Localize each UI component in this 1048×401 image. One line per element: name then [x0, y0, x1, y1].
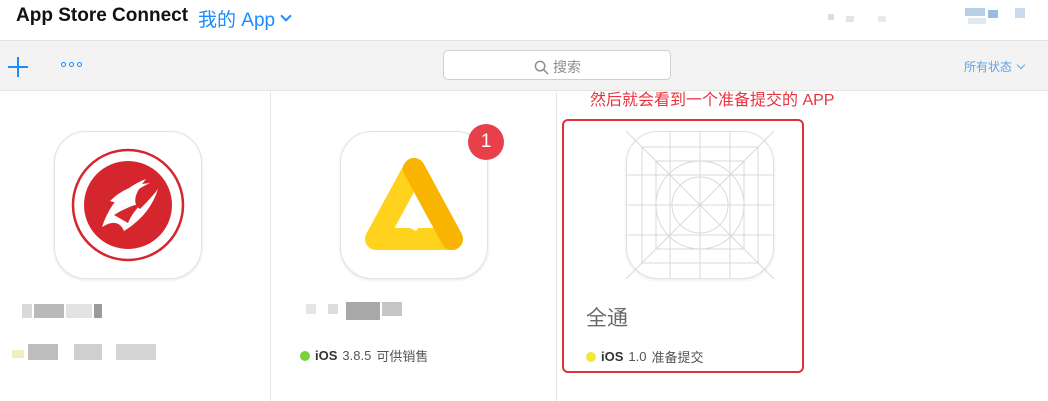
column-divider — [556, 92, 557, 401]
app-icon-college[interactable] — [54, 131, 202, 279]
annotation-highlight-box — [562, 119, 804, 373]
version-label: 3.8.5 — [342, 348, 372, 363]
plus-icon[interactable] — [8, 57, 28, 77]
chevron-down-icon — [280, 9, 292, 22]
app-icon-triangle[interactable] — [340, 131, 488, 279]
ellipsis-icon[interactable] — [61, 62, 82, 67]
app-name-blurred — [22, 302, 102, 322]
column-divider — [270, 92, 271, 401]
chevron-down-icon — [1016, 60, 1026, 69]
app-name-blurred — [306, 300, 406, 322]
brand-title[interactable]: App Store Connect — [16, 5, 188, 27]
app-status-row: iOS 3.8.5 可供销售 — [300, 346, 428, 365]
my-apps-label: 我的 App — [198, 10, 276, 31]
status-filter-label: 所有状态 — [963, 60, 1012, 74]
platform-label: iOS — [315, 348, 338, 363]
app-status-blurred — [12, 344, 172, 362]
search-input[interactable]: 搜索 — [443, 50, 671, 80]
college-logo-icon — [71, 148, 185, 262]
search-icon — [534, 60, 549, 74]
status-label: 可供销售 — [376, 349, 429, 364]
status-filter-dropdown[interactable]: 所有状态 — [963, 58, 1026, 75]
my-apps-menu[interactable]: 我的 App — [198, 5, 292, 32]
search-placeholder: 搜索 — [553, 59, 581, 75]
triangle-logo-icon — [365, 158, 463, 250]
status-dot — [300, 350, 310, 361]
toolbar: 搜索 所有状态 — [0, 40, 1048, 91]
account-area[interactable] — [820, 8, 1030, 28]
top-header: App Store Connect 我的 App — [0, 0, 1048, 40]
notification-badge: 1 — [468, 124, 504, 160]
annotation-text: 然后就会看到一个准备提交的 APP — [590, 92, 835, 109]
